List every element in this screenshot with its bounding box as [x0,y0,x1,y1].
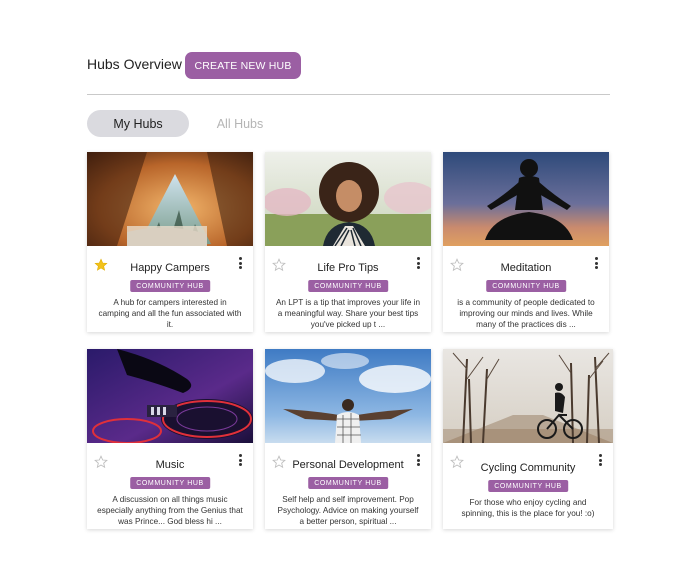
hub-card-music[interactable]: Music COMMUNITY HUB A discussion on all … [87,349,253,529]
favorite-star-icon[interactable] [94,455,108,469]
more-options-icon[interactable] [237,256,243,270]
hub-title: Happy Campers [130,262,210,274]
header-divider [87,94,610,95]
dj-turntable-image [87,349,253,443]
hub-title: Personal Development [292,459,404,471]
hub-description: A discussion on all things music especia… [97,495,243,527]
tab-all-hubs[interactable]: All Hubs [207,110,273,137]
hub-description: An LPT is a tip that improves your life … [275,298,421,330]
meditation-silhouette-image [443,152,609,246]
community-hub-badge: COMMUNITY HUB [130,280,210,292]
hub-title: Meditation [500,262,552,274]
hub-card-meditation[interactable]: Meditation COMMUNITY HUB is a community … [443,152,609,332]
hub-title: Life Pro Tips [317,262,379,274]
more-options-icon[interactable] [237,453,243,467]
more-options-icon[interactable] [597,453,603,467]
hub-card-cycling-community[interactable]: Cycling Community COMMUNITY HUB For thos… [443,349,613,529]
more-options-icon[interactable] [415,453,421,467]
favorite-star-icon[interactable] [272,455,286,469]
community-hub-badge: COMMUNITY HUB [486,280,566,292]
community-hub-badge: COMMUNITY HUB [308,280,388,292]
hub-card-happy-campers[interactable]: Happy Campers COMMUNITY HUB A hub for ca… [87,152,253,332]
cyclist-road-image [443,349,613,443]
page-header: Hubs Overview CREATE NEW HUB [87,52,610,82]
tab-my-hubs[interactable]: My Hubs [87,110,189,137]
page-title: Hubs Overview [87,56,182,72]
hub-card-life-pro-tips[interactable]: Life Pro Tips COMMUNITY HUB An LPT is a … [265,152,431,332]
favorite-star-icon[interactable] [272,258,286,272]
favorite-star-icon[interactable] [94,258,108,272]
hub-title: Cycling Community [480,462,576,474]
hub-card-personal-development[interactable]: Personal Development COMMUNITY HUB Self … [265,349,431,529]
community-hub-badge: COMMUNITY HUB [130,477,210,489]
favorite-star-icon[interactable] [450,455,464,469]
community-hub-badge: COMMUNITY HUB [488,480,568,492]
hub-description: A hub for campers interested in camping … [98,298,242,330]
tent-camping-image [87,152,253,246]
man-arms-open-sky-image [265,349,431,443]
community-hub-badge: COMMUNITY HUB [308,477,388,489]
hub-description: For those who enjoy cycling and spinning… [461,498,595,519]
hub-description: is a community of people dedicated to im… [457,298,595,330]
hub-title: Music [155,459,185,471]
more-options-icon[interactable] [415,256,421,270]
smiling-woman-image [265,152,431,246]
favorite-star-icon[interactable] [450,258,464,272]
more-options-icon[interactable] [593,256,599,270]
hub-description: Self help and self improvement. Pop Psyc… [277,495,419,527]
create-new-hub-button[interactable]: CREATE NEW HUB [185,52,301,79]
